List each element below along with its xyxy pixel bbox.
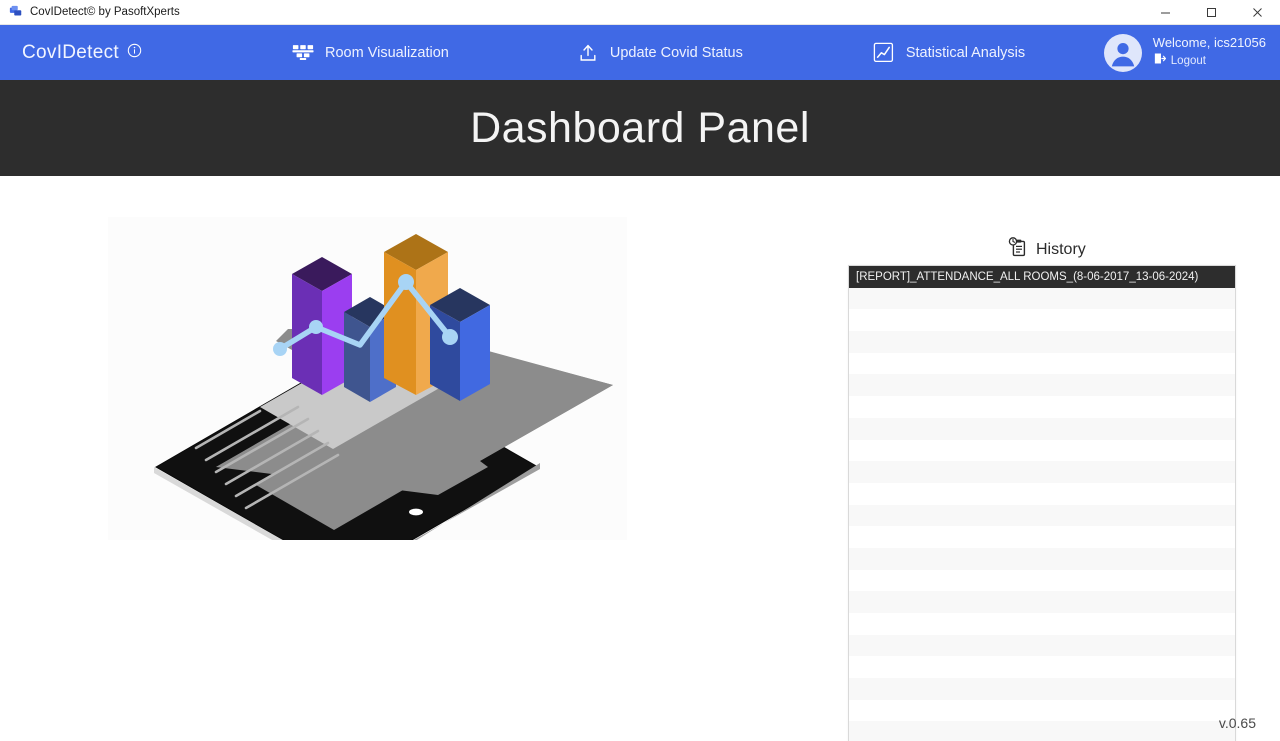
history-list-item[interactable] <box>849 634 1235 657</box>
history-list-item[interactable] <box>849 547 1235 570</box>
history-list-item[interactable] <box>849 656 1235 679</box>
nav-item-room-visualization[interactable]: Room Visualization <box>292 42 449 64</box>
version-label: v.0.65 <box>1218 715 1256 731</box>
history-list-item[interactable]: [REPORT]_ATTENDANCE_ALL ROOMS_(8-06-2017… <box>849 266 1235 288</box>
history-list-item[interactable] <box>849 417 1235 440</box>
clipboard-clock-icon <box>1008 237 1028 262</box>
window-controls <box>1142 0 1280 25</box>
history-panel[interactable]: [REPORT]_ATTENDANCE_ALL ROOMS_(8-06-2017… <box>848 265 1236 741</box>
user-details: Welcome, ics21056 Logout <box>1153 35 1266 70</box>
desks-room-icon <box>292 42 314 64</box>
nav-item-label: Update Covid Status <box>609 44 743 61</box>
history-list-item[interactable] <box>849 526 1235 548</box>
window-titlebar: CovIDetect© by PasoftXperts <box>0 0 1280 25</box>
minimize-button[interactable] <box>1142 0 1188 25</box>
nav-item-label: Statistical Analysis <box>905 44 1026 61</box>
main-navbar: CovIDetect Room Visualization Update Cov… <box>0 25 1280 80</box>
line-chart-icon <box>873 42 895 64</box>
history-list-item[interactable] <box>849 699 1235 722</box>
history-list-item[interactable] <box>849 613 1235 635</box>
history-list-item[interactable] <box>849 374 1235 397</box>
history-list-item[interactable] <box>849 287 1235 310</box>
maximize-button[interactable] <box>1188 0 1234 25</box>
history-list-item[interactable] <box>849 591 1235 613</box>
history-list-item[interactable] <box>849 569 1235 592</box>
history-list-item[interactable] <box>849 309 1235 332</box>
user-box[interactable]: Welcome, ics21056 Logout <box>1103 33 1266 72</box>
history-list[interactable]: [REPORT]_ATTENDANCE_ALL ROOMS_(8-06-2017… <box>849 266 1235 741</box>
history-list-item[interactable] <box>849 504 1235 527</box>
logout-icon <box>1153 52 1166 70</box>
info-circle-icon[interactable] <box>127 43 142 63</box>
history-list-item[interactable] <box>849 721 1235 741</box>
page-header: Dashboard Panel <box>0 80 1280 176</box>
history-list-item[interactable] <box>849 678 1235 700</box>
app-icon <box>8 4 24 20</box>
close-button[interactable] <box>1234 0 1280 25</box>
welcome-label: Welcome, ics21056 <box>1152 35 1266 50</box>
logout-label: Logout <box>1170 55 1206 67</box>
navbar-items: Room Visualization Update Covid Status S… <box>272 42 1104 64</box>
history-list-item[interactable] <box>849 331 1235 353</box>
logout-button[interactable]: Logout <box>1153 52 1266 70</box>
nav-item-label: Room Visualization <box>325 44 449 61</box>
nav-item-update-covid-status[interactable]: Update Covid Status <box>577 42 743 64</box>
main-content: History [REPORT]_ATTENDANCE_ALL ROOMS_(8… <box>0 176 1280 741</box>
history-list-item[interactable] <box>849 439 1235 462</box>
history-title: History <box>1036 240 1086 258</box>
nav-item-statistical-analysis[interactable]: Statistical Analysis <box>873 42 1025 64</box>
window-title: CovIDetect© by PasoftXperts <box>30 6 180 18</box>
history-list-item[interactable] <box>849 396 1235 418</box>
user-avatar-icon <box>1103 33 1142 72</box>
history-list-item[interactable] <box>849 461 1235 483</box>
history-list-item[interactable] <box>849 482 1235 505</box>
dashboard-illustration <box>108 217 627 583</box>
brand[interactable]: CovIDetect <box>22 42 272 64</box>
page-title: Dashboard Panel <box>470 103 810 152</box>
brand-label: CovIDetect <box>22 41 119 63</box>
upload-icon <box>577 42 599 64</box>
history-list-item[interactable] <box>849 352 1235 375</box>
history-header: History <box>1008 237 1086 262</box>
